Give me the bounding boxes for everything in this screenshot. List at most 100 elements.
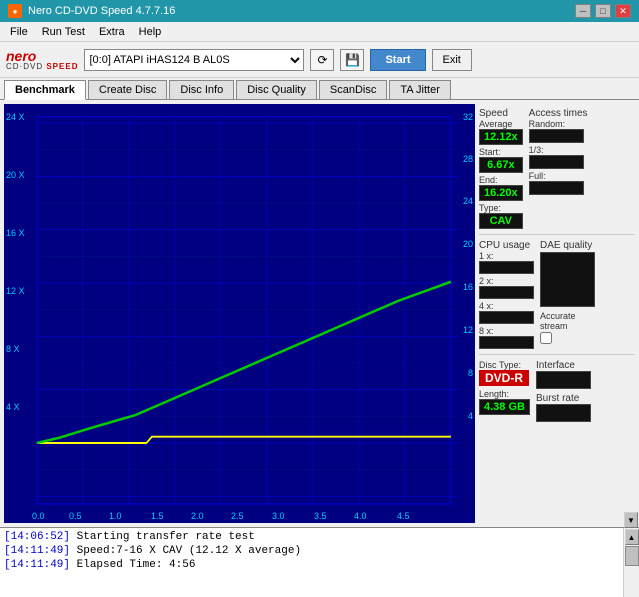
cpu-8x-value	[479, 336, 534, 349]
x-label-1: 1.0	[109, 511, 122, 521]
log-text-1: Starting transfer rate test	[77, 531, 255, 543]
log-line-3: [14:11:49] Elapsed Time: 4:56	[4, 558, 619, 572]
menu-bar: File Run Test Extra Help	[0, 22, 639, 42]
main-area: 24 X 20 X 16 X 12 X 8 X 4 X 32 28 24 20 …	[0, 100, 639, 527]
nero-bottom-text: CD·DVD SPEED	[6, 63, 78, 71]
tab-benchmark[interactable]: Benchmark	[4, 80, 86, 100]
disc-type-label: Disc Type:	[479, 360, 530, 370]
tab-disc-quality[interactable]: Disc Quality	[236, 80, 317, 99]
x-label-3: 3.0	[272, 511, 285, 521]
onethird-value	[529, 155, 584, 169]
average-label: Average	[479, 119, 523, 129]
menu-help[interactable]: Help	[133, 25, 168, 39]
close-button[interactable]: ✕	[615, 4, 631, 18]
separator-2	[479, 354, 635, 355]
x-label-35: 3.5	[314, 511, 327, 521]
nero-top-text: nero	[6, 49, 78, 63]
toolbar: nero CD·DVD SPEED [0:0] ATAPI iHAS124 B …	[0, 42, 639, 78]
scroll-thumb[interactable]	[625, 546, 639, 566]
separator-1	[479, 234, 635, 235]
tab-ta-jitter[interactable]: TA Jitter	[389, 80, 451, 99]
chart-bg: 24 X 20 X 16 X 12 X 8 X 4 X 32 28 24 20 …	[4, 104, 475, 523]
accurate-stream-checkbox[interactable]	[540, 332, 552, 344]
log-text-3: Elapsed Time: 4:56	[77, 559, 196, 571]
log-time-2: [14:11:49]	[4, 545, 70, 557]
nero-logo: nero CD·DVD SPEED	[6, 49, 78, 71]
interface-burst-col: Interface Burst rate	[536, 360, 591, 422]
title-bar-left: ● Nero CD-DVD Speed 4.7.7.16	[8, 4, 175, 18]
random-value	[529, 129, 584, 143]
x-label-25: 2.5	[231, 511, 244, 521]
end-label: End:	[479, 175, 523, 185]
stream-label: stream	[540, 321, 595, 331]
interface-value	[536, 371, 591, 389]
cpu-4x-value	[479, 311, 534, 324]
burst-rate-label: Burst rate	[536, 393, 591, 404]
start-button[interactable]: Start	[370, 49, 425, 71]
minimize-button[interactable]: ─	[575, 4, 591, 18]
menu-file[interactable]: File	[4, 25, 34, 39]
app-icon: ●	[8, 4, 22, 18]
log-time-1: [14:06:52]	[4, 531, 70, 543]
drive-select[interactable]: [0:0] ATAPI iHAS124 B AL0S	[84, 49, 304, 71]
x-label-15: 1.5	[151, 511, 164, 521]
accurate-stream-row: Accurate stream	[540, 311, 595, 347]
chart-svg	[4, 104, 475, 523]
x-label-2: 2.0	[191, 511, 204, 521]
disc-interface-row: Disc Type: DVD-R Length: 4.38 GB Interfa…	[479, 358, 635, 424]
start-label: Start:	[479, 147, 523, 157]
access-times-label: Access times	[529, 108, 588, 119]
cpu-1x-value	[479, 261, 534, 274]
tab-create-disc[interactable]: Create Disc	[88, 80, 167, 99]
save-button[interactable]: 💾	[340, 49, 364, 71]
log-time-3: [14:11:49]	[4, 559, 70, 571]
x-label-0: 0.0	[32, 511, 45, 521]
log-content: [14:06:52] Starting transfer rate test […	[0, 528, 623, 597]
maximize-button[interactable]: □	[595, 4, 611, 18]
log-area: [14:06:52] Starting transfer rate test […	[0, 527, 639, 597]
log-line-1: [14:06:52] Starting transfer rate test	[4, 530, 619, 544]
speed-col: Speed Average 12.12x Start: 6.67x End: 1…	[479, 108, 523, 229]
end-value: 16.20x	[479, 185, 523, 201]
refresh-button[interactable]: ⟳	[310, 49, 334, 71]
x-label-4: 4.0	[354, 511, 367, 521]
disc-type-value: DVD-R	[479, 370, 529, 386]
cpu-dae-row: CPU usage 1 x: 2 x: 4 x: 8 x: DAE qualit…	[479, 238, 635, 351]
full-label: Full:	[529, 171, 588, 181]
exit-button[interactable]: Exit	[432, 49, 472, 71]
scroll-up-arrow[interactable]: ▲	[625, 529, 639, 545]
tab-disc-info[interactable]: Disc Info	[169, 80, 234, 99]
cpu-2x-value	[479, 286, 534, 299]
scroll-down-arrow[interactable]: ▼	[624, 512, 638, 528]
chart-container: 24 X 20 X 16 X 12 X 8 X 4 X 32 28 24 20 …	[4, 104, 475, 523]
x-label-45: 4.5	[397, 511, 410, 521]
access-times-col: Access times Random: 1/3: Full:	[529, 108, 588, 229]
cpu-4x-label: 4 x:	[479, 301, 534, 311]
dae-value	[540, 252, 595, 307]
burst-rate-value	[536, 404, 591, 422]
interface-label: Interface	[536, 360, 591, 371]
speed-label: Speed	[479, 108, 523, 119]
cpu-1x-label: 1 x:	[479, 251, 534, 261]
cpu-col: CPU usage 1 x: 2 x: 4 x: 8 x:	[479, 240, 534, 349]
dae-col: DAE quality Accurate stream	[540, 240, 595, 349]
tab-scan-disc[interactable]: ScanDisc	[319, 80, 387, 99]
title-bar-title: Nero CD-DVD Speed 4.7.7.16	[28, 5, 175, 17]
dae-label: DAE quality	[540, 240, 595, 251]
speed-section: Speed Average 12.12x Start: 6.67x End: 1…	[479, 104, 635, 231]
log-line-2: [14:11:49] Speed:7-16 X CAV (12.12 X ave…	[4, 544, 619, 558]
log-text-2: Speed:7-16 X CAV (12.12 X average)	[77, 545, 301, 557]
random-label: Random:	[529, 119, 588, 129]
title-bar: ● Nero CD-DVD Speed 4.7.7.16 ─ □ ✕	[0, 0, 639, 22]
menu-extra[interactable]: Extra	[93, 25, 131, 39]
average-value: 12.12x	[479, 129, 523, 145]
type-value: CAV	[479, 213, 523, 229]
start-value: 6.67x	[479, 157, 523, 173]
length-label: Length:	[479, 389, 530, 399]
type-label: Type:	[479, 203, 523, 213]
title-bar-controls: ─ □ ✕	[575, 4, 631, 18]
menu-run-test[interactable]: Run Test	[36, 25, 91, 39]
log-scrollbar[interactable]: ▲ ▼	[623, 528, 639, 597]
tabs: Benchmark Create Disc Disc Info Disc Qua…	[0, 78, 639, 100]
length-value: 4.38 GB	[479, 399, 530, 415]
